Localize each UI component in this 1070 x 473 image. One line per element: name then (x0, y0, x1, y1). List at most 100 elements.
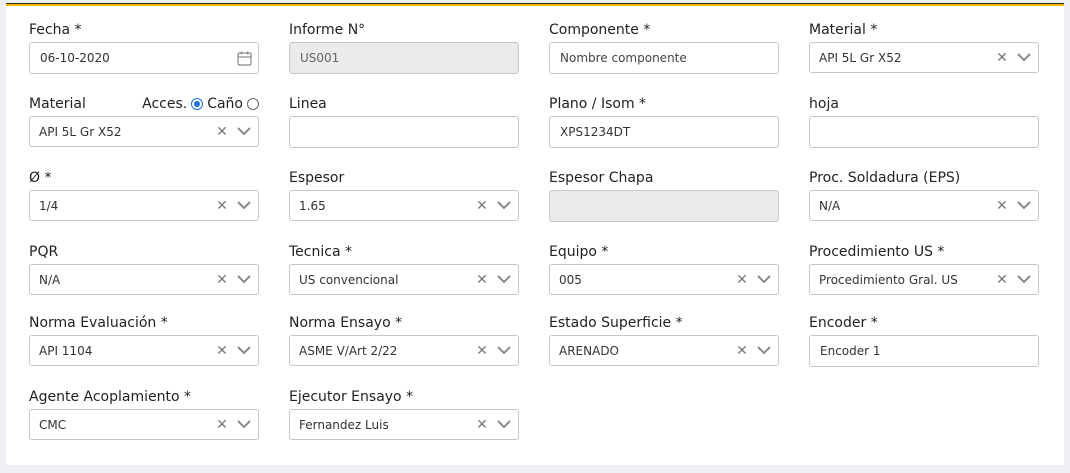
ejecutor-select[interactable]: Fernandez Luis ✕ (289, 409, 519, 440)
estado-superficie-field: Estado Superficie * ARENADO ✕ (549, 313, 779, 366)
diametro-select[interactable]: 1/4 ✕ (29, 190, 259, 221)
pqr-select[interactable]: N/A ✕ (29, 264, 259, 295)
proc-soldadura-field: Proc. Soldadura (EPS) N/A ✕ (809, 168, 1039, 221)
acces-label: Acces. (142, 96, 188, 112)
agente-field: Agente Acoplamiento * CMC ✕ (29, 387, 259, 440)
hoja-label: hoja (809, 96, 839, 112)
chevron-down-icon[interactable] (1010, 53, 1038, 62)
ejecutor-value: Fernandez Luis (299, 417, 389, 432)
estado-superficie-select[interactable]: ARENADO ✕ (549, 335, 779, 366)
agente-select[interactable]: CMC ✕ (29, 409, 259, 440)
espesor-chapa-input (549, 190, 779, 222)
norma-eval-value: API 1104 (39, 343, 93, 358)
norma-ensayo-select[interactable]: ASME V/Art 2/22 ✕ (289, 335, 519, 366)
material-top-label: Material * (809, 22, 878, 38)
chevron-down-icon[interactable] (1010, 201, 1038, 210)
chevron-down-icon[interactable] (750, 346, 778, 355)
componente-field: Componente * Nombre componente (549, 20, 779, 74)
cano-label: Caño (207, 96, 243, 112)
clear-icon[interactable]: ✕ (474, 417, 490, 433)
tecnica-value: US convencional (299, 272, 399, 287)
clear-icon[interactable]: ✕ (474, 343, 490, 359)
material-top-select[interactable]: API 5L Gr X52 ✕ (809, 42, 1039, 73)
encoder-value: Encoder 1 (820, 344, 881, 358)
chevron-down-icon[interactable] (230, 127, 258, 136)
cano-radio[interactable] (247, 98, 259, 110)
plano-label: Plano / Isom * (549, 96, 647, 112)
material-field: Material Acces. Caño API 5L Gr X52 ✕ (29, 94, 259, 147)
chevron-down-icon[interactable] (490, 275, 518, 284)
componente-placeholder: Nombre componente (560, 51, 687, 65)
fecha-input[interactable]: 06-10-2020 (29, 42, 259, 74)
clear-icon[interactable]: ✕ (994, 50, 1010, 66)
tecnica-select[interactable]: US convencional ✕ (289, 264, 519, 295)
material-value: API 5L Gr X52 (39, 124, 122, 139)
linea-input[interactable] (289, 116, 519, 148)
clear-icon[interactable]: ✕ (994, 198, 1010, 214)
procedimiento-field: Procedimiento US * Procedimiento Gral. U… (809, 242, 1039, 295)
clear-icon[interactable]: ✕ (214, 343, 230, 359)
chevron-down-icon[interactable] (750, 275, 778, 284)
chevron-down-icon[interactable] (230, 346, 258, 355)
clear-icon[interactable]: ✕ (214, 417, 230, 433)
clear-icon[interactable]: ✕ (734, 343, 750, 359)
chevron-down-icon[interactable] (1010, 275, 1038, 284)
pqr-label: PQR (29, 244, 59, 260)
informe-field: Informe N° US001 (289, 20, 519, 74)
norma-eval-label: Norma Evaluación * (29, 315, 168, 331)
fecha-label: Fecha * (29, 22, 82, 38)
procedimiento-value: Procedimiento Gral. US (819, 272, 958, 287)
tecnica-field: Tecnica * US convencional ✕ (289, 242, 519, 295)
espesor-select[interactable]: 1.65 ✕ (289, 190, 519, 221)
espesor-label: Espesor (289, 170, 345, 186)
procedimiento-select[interactable]: Procedimiento Gral. US ✕ (809, 264, 1039, 295)
norma-ensayo-value: ASME V/Art 2/22 (299, 343, 398, 358)
clear-icon[interactable]: ✕ (214, 198, 230, 214)
componente-input[interactable]: Nombre componente (549, 42, 779, 74)
proc-soldadura-value: N/A (819, 198, 841, 213)
encoder-input[interactable]: Encoder 1 (809, 335, 1039, 367)
chevron-down-icon[interactable] (230, 275, 258, 284)
calendar-icon[interactable] (230, 51, 258, 66)
acces-radio[interactable] (191, 98, 204, 110)
linea-field: Linea (289, 94, 519, 148)
equipo-select[interactable]: 005 ✕ (549, 264, 779, 295)
diametro-value: 1/4 (39, 198, 59, 213)
ejecutor-label: Ejecutor Ensayo * (289, 389, 414, 405)
chevron-down-icon[interactable] (230, 420, 258, 429)
plano-field: Plano / Isom * XPS1234DT (549, 94, 779, 148)
chevron-down-icon[interactable] (490, 201, 518, 210)
agente-value: CMC (39, 417, 67, 432)
chevron-down-icon[interactable] (230, 201, 258, 210)
componente-label: Componente * (549, 22, 651, 38)
material-select[interactable]: API 5L Gr X52 ✕ (29, 116, 259, 147)
clear-icon[interactable]: ✕ (214, 124, 230, 140)
hoja-field: hoja (809, 94, 1039, 148)
clear-icon[interactable]: ✕ (214, 272, 230, 288)
clear-icon[interactable]: ✕ (474, 272, 490, 288)
informe-value: US001 (300, 51, 340, 65)
clear-icon[interactable]: ✕ (734, 272, 750, 288)
espesor-chapa-label: Espesor Chapa (549, 170, 654, 186)
clear-icon[interactable]: ✕ (474, 198, 490, 214)
encoder-field: Encoder * Encoder 1 (809, 313, 1039, 367)
espesor-value: 1.65 (299, 198, 326, 213)
material-type-radios: Acces. Caño (142, 94, 259, 114)
estado-superficie-label: Estado Superficie * (549, 315, 683, 331)
material-top-field: Material * API 5L Gr X52 ✕ (809, 20, 1039, 73)
plano-value: XPS1234DT (560, 125, 631, 139)
informe-input: US001 (289, 42, 519, 74)
norma-ensayo-field: Norma Ensayo * ASME V/Art 2/22 ✕ (289, 313, 519, 366)
hoja-input[interactable] (809, 116, 1039, 148)
ejecutor-field: Ejecutor Ensayo * Fernandez Luis ✕ (289, 387, 519, 440)
proc-soldadura-select[interactable]: N/A ✕ (809, 190, 1039, 221)
norma-eval-select[interactable]: API 1104 ✕ (29, 335, 259, 366)
chevron-down-icon[interactable] (490, 420, 518, 429)
plano-input[interactable]: XPS1234DT (549, 116, 779, 148)
fecha-field: Fecha * 06-10-2020 (29, 20, 259, 74)
diametro-field: Ø * 1/4 ✕ (29, 168, 259, 221)
clear-icon[interactable]: ✕ (994, 272, 1010, 288)
espesor-field: Espesor 1.65 ✕ (289, 168, 519, 221)
agente-label: Agente Acoplamiento * (29, 389, 191, 405)
chevron-down-icon[interactable] (490, 346, 518, 355)
